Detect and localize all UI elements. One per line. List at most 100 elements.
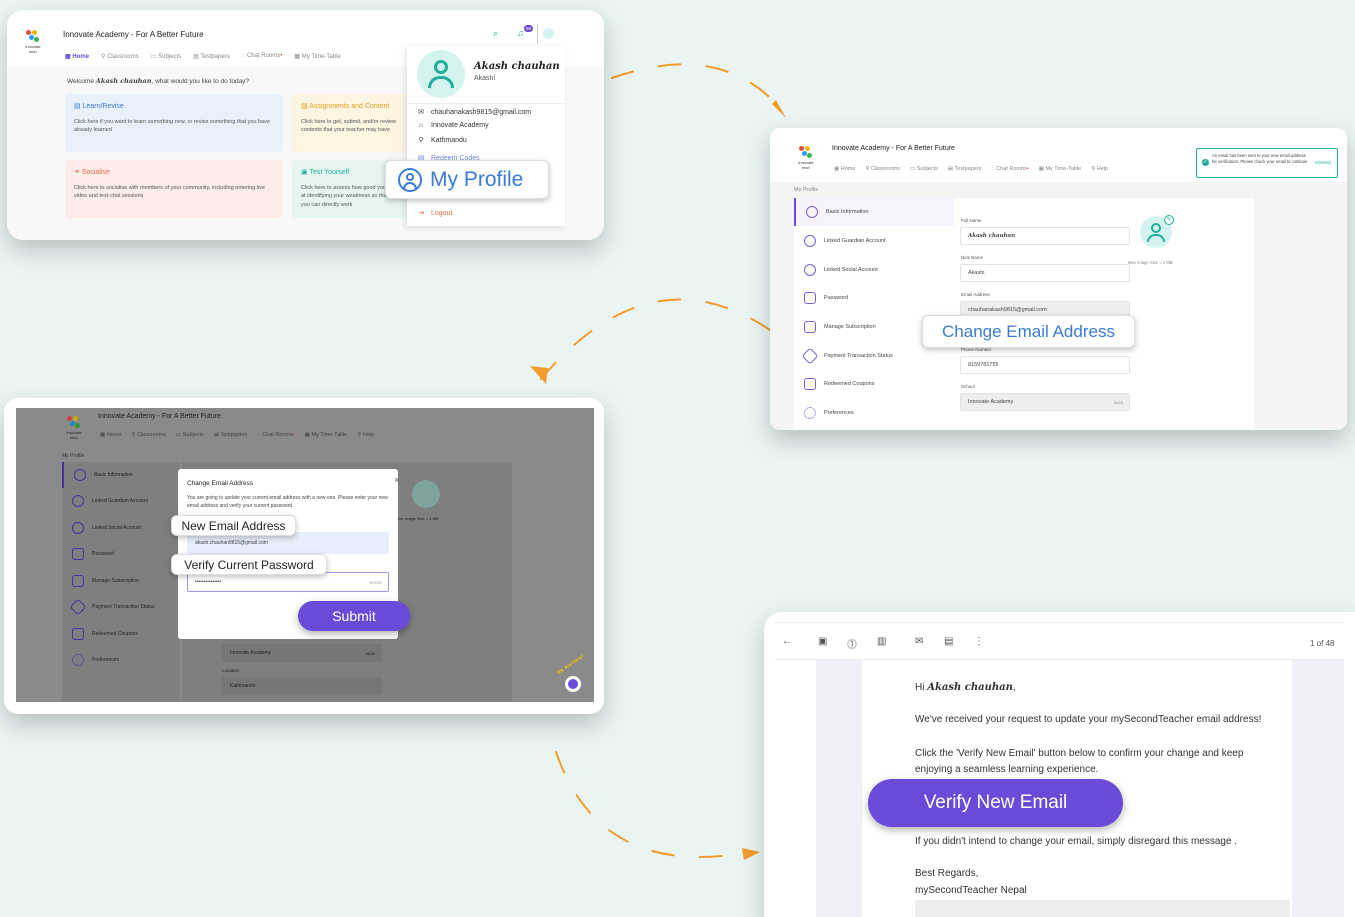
dim-sidebar-payment[interactable]: Payment Transaction Status xyxy=(62,594,180,620)
close-icon[interactable]: × xyxy=(394,475,399,485)
menu-logout[interactable]: ⇥ Logout xyxy=(417,209,452,218)
sidebar-linked-social[interactable]: Linked Social Account xyxy=(794,256,954,284)
user-icon xyxy=(806,206,818,218)
nav-home-3[interactable]: ▦ Home xyxy=(100,432,121,438)
email-sign-2: mySecondTeacher Nepal xyxy=(915,885,1027,896)
edit-icon[interactable]: ✎ xyxy=(1164,215,1174,225)
nick-name-label: Nick Name xyxy=(961,255,984,260)
verify-new-email-button[interactable]: Verify New Email xyxy=(868,779,1123,827)
lock-icon xyxy=(804,292,816,304)
password-input[interactable]: ••••••••••••••• SHOW xyxy=(187,572,389,592)
book-icon: ▤ xyxy=(74,103,81,110)
mail-icon: ✉ xyxy=(418,109,424,116)
nav-classrooms[interactable]: ⚲ Classrooms xyxy=(101,53,139,60)
verification-toast: ✓ An email has been sent to your new ema… xyxy=(1196,148,1338,178)
delete-icon[interactable]: ▥ xyxy=(877,636,886,647)
report-icon[interactable]: ⓵ xyxy=(847,636,857,651)
folder-icon: ▨ xyxy=(301,103,308,110)
bell-icon[interactable]: ♫ xyxy=(517,28,524,38)
dim-sidebar-preferences[interactable]: Preferences xyxy=(62,647,180,673)
location-icon: ⚲ xyxy=(418,137,424,144)
menu-location: ⚲ Kathmandu xyxy=(418,136,467,145)
nav-chat-rooms-2[interactable]: ◌ Chat Rooms• xyxy=(991,166,1028,172)
dim-sidebar-guardian[interactable]: Linked Guardian Account xyxy=(62,488,180,514)
profile-form: Full Name Akash chauhan Nick Name Akashi… xyxy=(954,198,1254,430)
nav-help-3[interactable]: ⚲ Help xyxy=(357,432,374,438)
nav-home[interactable]: ▦ Home xyxy=(65,53,89,60)
dim-sidebar-password[interactable]: Password xyxy=(62,541,180,567)
sidebar-linked-guardian[interactable]: Linked Guardian Account xyxy=(794,227,954,255)
menu-school: ⌂ Innovate Academy xyxy=(418,122,489,129)
coupon-icon xyxy=(804,378,816,390)
dim-sidebar-subscription[interactable]: Manage Subscription xyxy=(62,568,180,594)
move-icon[interactable]: ▤ xyxy=(944,636,953,647)
dim-sidebar-coupons[interactable]: Redeemed Coupons xyxy=(62,621,180,647)
avatar[interactable] xyxy=(537,24,557,44)
profile-avatar-icon xyxy=(417,50,465,98)
toast-dismiss[interactable]: Dismiss xyxy=(1315,160,1331,165)
profile-picture[interactable]: ✎ xyxy=(1140,215,1174,248)
mark-unread-icon[interactable]: ✉ xyxy=(915,636,923,647)
app-title-3: Innovate Academy - For A Better Future xyxy=(98,413,221,420)
nav-help-2[interactable]: ⚲ Help xyxy=(1091,166,1108,172)
chat-widget[interactable]: We Are Here! xyxy=(556,654,587,698)
nav-testpapers-2[interactable]: ▤ Testpapers xyxy=(948,166,982,172)
nav-timetable-2[interactable]: ▦ My Time-Table xyxy=(1039,166,1082,172)
nav-chat-rooms[interactable]: ◌ Chat Rooms• xyxy=(242,53,283,60)
dim-sidebar-basic[interactable]: Basic Information xyxy=(62,462,180,488)
nav-chat-rooms-3[interactable]: ◌ Chat Rooms• xyxy=(257,432,294,438)
show-password-toggle[interactable]: SHOW xyxy=(370,580,382,585)
email-toolbar xyxy=(774,622,1344,660)
link-icon-3 xyxy=(69,492,87,510)
change-email-callout[interactable]: Change Email Address xyxy=(922,315,1135,348)
email-line-3: If you didn't intend to change your emai… xyxy=(915,836,1238,847)
app-logo-3: Innovate tech xyxy=(62,416,86,440)
email-label: Email Address xyxy=(961,292,990,297)
school-icon: ⌂ xyxy=(418,122,424,129)
tile-assignments[interactable]: ▨ Assignments and Content Click here to … xyxy=(292,94,407,152)
full-name-field[interactable]: Akash chauhan xyxy=(960,227,1130,245)
tile-learn-revise[interactable]: ▤ Learn/Revise Click here if you want to… xyxy=(65,94,283,152)
school-field[interactable]: Innovate Academy 16/28 xyxy=(960,393,1130,411)
app-title: Innovate Academy - For A Better Future xyxy=(63,30,204,39)
gear-icon-3 xyxy=(72,654,84,666)
sidebar-redeemed-coupons[interactable]: Redeemed Coupons xyxy=(794,370,954,398)
dim-sidebar-social[interactable]: Linked Social Account xyxy=(62,515,180,541)
nav-timetable[interactable]: ▦ My Time-Table xyxy=(294,53,340,60)
profile-name: Akash chauhan xyxy=(474,61,560,72)
modal-title: Change Email Address xyxy=(187,480,254,487)
nav-subjects[interactable]: ▭ Subjects xyxy=(151,53,181,60)
nav-subjects-3[interactable]: ▭ Subjects xyxy=(176,432,204,438)
main-nav-3: ▦ Home ⚲ Classrooms ▭ Subjects ▤ Testpap… xyxy=(100,432,374,438)
nick-name-field[interactable]: Akashi xyxy=(960,264,1130,282)
my-profile-callout[interactable]: My Profile xyxy=(385,160,549,199)
tile-socialise[interactable]: ⚭ Socialise Click here to socialise with… xyxy=(65,160,283,218)
dim-sidebar: Basic Information Linked Guardian Accoun… xyxy=(62,462,180,702)
nav-testpapers[interactable]: ▤ Testpapers xyxy=(193,53,230,60)
max-image-size: Max Image Size = 1 MB xyxy=(1128,260,1173,265)
submit-button[interactable]: Submit xyxy=(298,601,410,631)
sidebar-password[interactable]: Password xyxy=(794,284,954,312)
back-icon[interactable]: ← xyxy=(782,636,792,647)
nav-classrooms-2[interactable]: ⚲ Classrooms xyxy=(865,166,900,172)
share-icon-3 xyxy=(72,522,84,534)
email-line-2: Click the 'Verify New Email' button belo… xyxy=(915,748,1244,775)
main-nav-2: ▦ Home ⚲ Classrooms ▭ Subjects ▤ Testpap… xyxy=(834,166,1108,172)
welcome-text: Welcome Akash chauhan, what would you li… xyxy=(67,77,250,85)
logout-icon: ⇥ xyxy=(418,210,424,217)
nav-subjects-2[interactable]: ▭ Subjects xyxy=(910,166,938,172)
nav-testpapers-3[interactable]: ▤ Testpapers xyxy=(214,432,248,438)
search-icon[interactable]: ⌕ xyxy=(493,28,498,39)
nav-home-2[interactable]: ▦ Home xyxy=(834,166,855,172)
nav-timetable-3[interactable]: ▦ My Time-Table xyxy=(305,432,348,438)
school-label: School xyxy=(961,384,975,389)
link-icon xyxy=(801,232,819,250)
dim-school-field: Innovate Academy 16/28 xyxy=(222,644,382,662)
nav-classrooms-3[interactable]: ⚲ Classrooms xyxy=(131,432,166,438)
sidebar-basic-information[interactable]: Basic Information xyxy=(794,198,954,226)
sidebar-preferences[interactable]: Preferences xyxy=(794,399,954,427)
more-icon[interactable]: ⋮ xyxy=(974,636,984,647)
phone-field[interactable]: 8159781755 xyxy=(960,356,1130,374)
full-name-label: Full Name xyxy=(961,218,982,223)
archive-icon[interactable]: ▣ xyxy=(818,636,827,647)
